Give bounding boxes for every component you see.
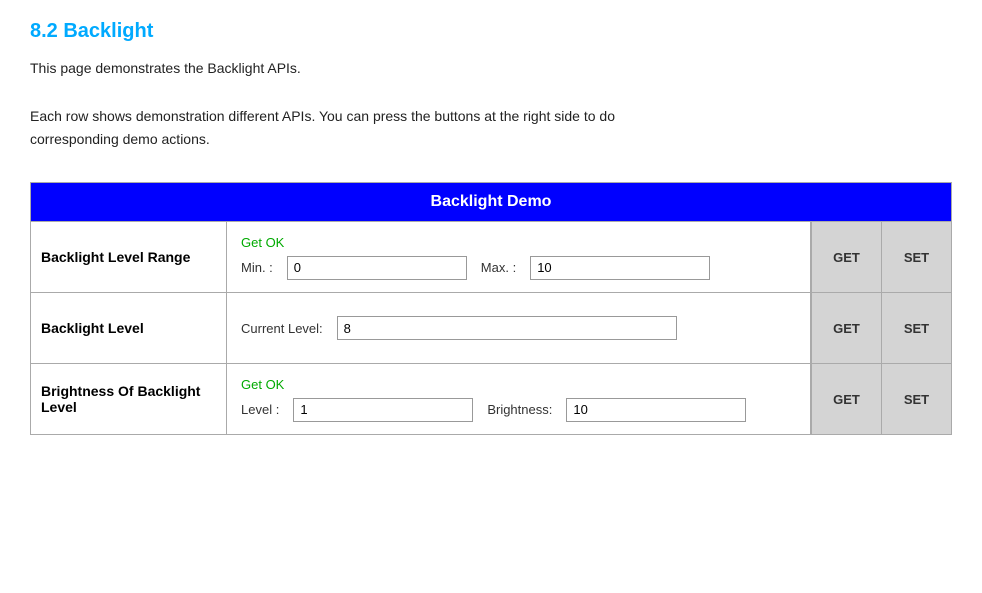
row-content-backlight-level: Current Level: [227,293,811,364]
set-button-backlight-level[interactable]: SET [881,293,951,363]
page-title: 8.2 Backlight [30,20,952,43]
set-button-backlight-level-range[interactable]: SET [881,222,951,292]
field-label-brightness-of-backlight-level-0: Level : [241,402,279,417]
demo-table: Backlight Demo Backlight Level RangeGet … [30,182,952,435]
field-label-backlight-level-range-0: Min. : [241,260,273,275]
get-button-brightness-of-backlight-level[interactable]: GET [811,364,881,434]
row-buttons-backlight-level: GETSET [811,293,952,364]
row-buttons-brightness-of-backlight-level: GETSET [811,364,952,435]
get-button-backlight-level-range[interactable]: GET [811,222,881,292]
field-input-backlight-level-range-1[interactable] [530,256,710,280]
field-input-backlight-level-0[interactable] [337,316,677,340]
field-label-brightness-of-backlight-level-1: Brightness: [487,402,552,417]
table-row: Backlight Level Current Level: GETSET [31,293,952,364]
row-content-backlight-level-range: Get OK Min. : Max. : [227,222,811,293]
field-input-backlight-level-range-0[interactable] [287,256,467,280]
get-button-backlight-level[interactable]: GET [811,293,881,363]
status-brightness-of-backlight-level: Get OK [241,377,796,392]
demo-header: Backlight Demo [31,183,952,222]
row-label-brightness-of-backlight-level: Brightness Of Backlight Level [31,364,227,435]
row-label-backlight-level-range: Backlight Level Range [31,222,227,293]
field-label-backlight-level-range-1: Max. : [481,260,516,275]
table-row: Backlight Level RangeGet OKMin. :Max. :G… [31,222,952,293]
field-label-backlight-level-0: Current Level: [241,321,323,336]
status-backlight-level-range: Get OK [241,235,796,250]
field-input-brightness-of-backlight-level-0[interactable] [293,398,473,422]
page-description: This page demonstrates the Backlight API… [30,57,952,152]
row-buttons-backlight-level-range: GETSET [811,222,952,293]
table-row: Brightness Of Backlight Level Get OK Level… [31,364,952,435]
row-label-backlight-level: Backlight Level [31,293,227,364]
field-input-brightness-of-backlight-level-1[interactable] [566,398,746,422]
row-content-brightness-of-backlight-level: Get OK Level : Brightness: [227,364,811,435]
set-button-brightness-of-backlight-level[interactable]: SET [881,364,951,434]
